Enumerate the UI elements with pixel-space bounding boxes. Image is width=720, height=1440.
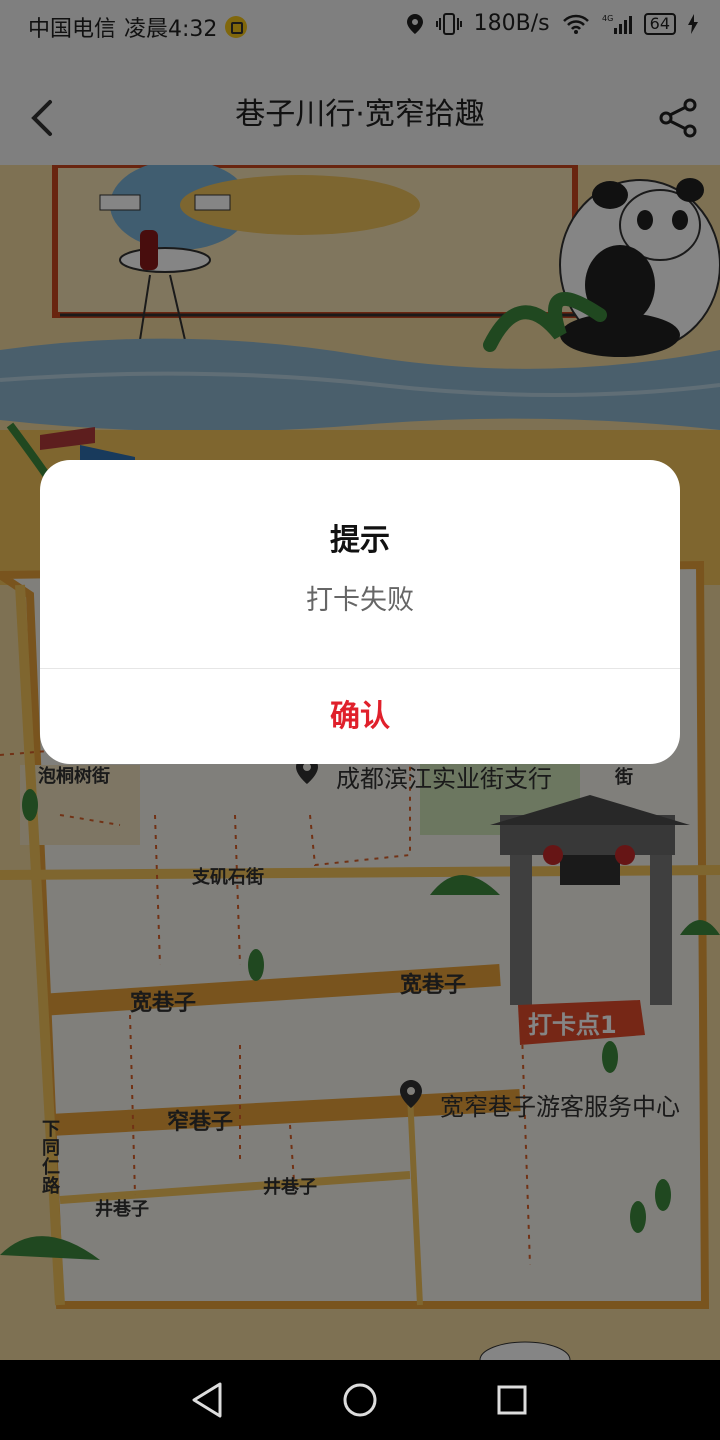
dialog-message: 打卡失败 <box>306 585 414 616</box>
back-triangle-icon[interactable] <box>190 1380 224 1420</box>
alert-dialog: 提示 打卡失败 确认 <box>40 460 680 764</box>
confirm-button[interactable]: 确认 <box>40 669 680 764</box>
home-circle-icon[interactable] <box>342 1380 378 1420</box>
system-navigation-bar <box>0 1360 720 1440</box>
dialog-title: 提示 <box>330 523 390 558</box>
recents-square-icon[interactable] <box>496 1380 528 1420</box>
app-screen: 中国电信 凌晨4:32 180B/s 4G 64 巷子川行·宽窄拾趣 泡桐树街 … <box>0 0 720 1360</box>
